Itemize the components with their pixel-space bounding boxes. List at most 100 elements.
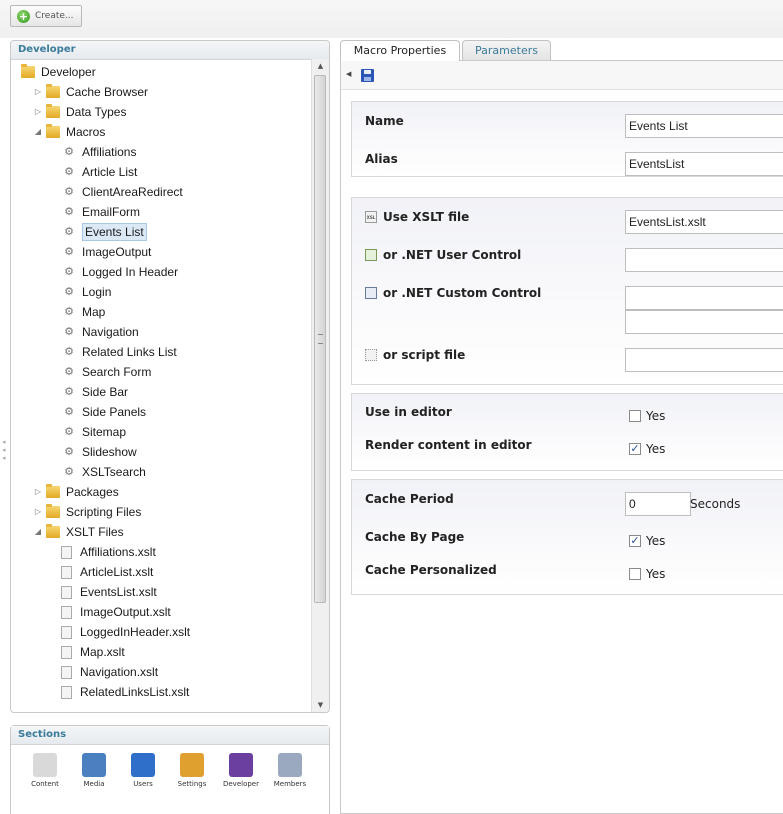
tree-item-login[interactable]: ⚙ Login (61, 282, 111, 302)
tree-panel-title: Developer (11, 41, 329, 60)
xslt-file-icon (61, 685, 72, 699)
section-members[interactable]: Members (268, 753, 312, 788)
tree-list: Developer ▷ Cache Browser ▷ Data Types ◢ Macro… (11, 59, 311, 712)
section-users[interactable]: Users (121, 753, 165, 788)
script-file-icon (365, 349, 377, 361)
tree-item-label: Sitemap (82, 425, 127, 439)
section-label: Members (273, 780, 307, 788)
user-control-label: or .NET User Control (365, 248, 521, 262)
tree-item-eventslist-xslt[interactable]: EventsList.xslt (61, 582, 157, 602)
tree-item-side-bar[interactable]: ⚙ Side Bar (61, 382, 128, 402)
script-file-field[interactable] (625, 348, 783, 372)
tree-item-map[interactable]: ⚙ Map (61, 302, 105, 322)
render-content-checkbox[interactable]: ✓ (629, 443, 641, 455)
section-media[interactable]: Media (72, 753, 116, 788)
tree-item-affiliations[interactable]: ⚙ Affiliations (61, 142, 136, 162)
tree-item-label: Navigation (82, 325, 139, 339)
tree-scrollbar[interactable]: ▲ ▼ (311, 59, 329, 712)
developer-tree-panel: Developer Developer ▷ Cache Browser ▷ Data T… (10, 40, 330, 713)
tree-item-clientarearedirect[interactable]: ⚙ ClientAreaRedirect (61, 182, 183, 202)
editor-settings-section: Use in editor Yes Render content in edit… (351, 393, 783, 471)
name-field[interactable]: Events List (625, 114, 783, 138)
tree-item-map-xslt[interactable]: Map.xslt (61, 642, 125, 662)
cache-personalized-option: Yes (629, 567, 665, 581)
tree-item-article-list[interactable]: ⚙ Article List (61, 162, 137, 182)
expand-triangle-icon[interactable]: ▷ (33, 487, 43, 497)
macro-gear-icon: ⚙ (64, 386, 74, 398)
tree-item-xsltsearch[interactable]: ⚙ XSLTsearch (61, 462, 146, 482)
tree-item-developer[interactable]: Developer (21, 62, 96, 82)
script-file-label: or script file (365, 348, 465, 362)
tree-item-navigation-xslt[interactable]: Navigation.xslt (61, 662, 158, 682)
render-content-yes: Yes (646, 442, 666, 456)
folder-icon (46, 524, 60, 538)
tree-item-navigation[interactable]: ⚙ Navigation (61, 322, 139, 342)
expand-triangle-icon[interactable]: ▷ (33, 507, 43, 517)
scroll-up-arrow-icon[interactable]: ▲ (312, 59, 329, 73)
collapse-arrow-icon[interactable]: ◀ (346, 70, 351, 78)
tree-item-logged-in-header[interactable]: ⚙ Logged In Header (61, 262, 178, 282)
tree-item-sitemap[interactable]: ⚙ Sitemap (61, 422, 126, 442)
tree-item-loggedinheader-xslt[interactable]: LoggedInHeader.xslt (61, 622, 190, 642)
cache-by-page-label: Cache By Page (365, 530, 465, 544)
macro-gear-icon: ⚙ (64, 186, 74, 198)
tab-parameters[interactable]: Parameters (462, 40, 551, 60)
section-label: Content (31, 780, 59, 788)
scroll-down-arrow-icon[interactable]: ▼ (312, 698, 329, 712)
tree-item-xslt-files[interactable]: ◢ XSLT Files (33, 522, 124, 542)
xslt-file-field[interactable]: EventsList.xslt (625, 210, 783, 234)
tab-macro-properties[interactable]: Macro Properties (340, 40, 460, 61)
top-toolbar: + Create... (0, 0, 783, 38)
tree-item-search-form[interactable]: ⚙ Search Form (61, 362, 151, 382)
collapse-triangle-icon[interactable]: ◢ (33, 527, 43, 537)
alias-field[interactable]: EventsList (625, 152, 783, 176)
cache-by-page-checkbox[interactable]: ✓ (629, 535, 641, 547)
section-content[interactable]: Content (23, 753, 67, 788)
tree-item-label: Side Bar (82, 385, 129, 399)
tree-item-macros[interactable]: ◢ Macros (33, 122, 105, 142)
cache-by-page-option: ✓ Yes (629, 534, 665, 548)
tree-item-data-types[interactable]: ▷ Data Types (33, 102, 126, 122)
tree-item-emailform[interactable]: ⚙ EmailForm (61, 202, 140, 222)
custom-control-field[interactable] (625, 286, 783, 310)
macro-properties-content: ◀ Name Events List Alias EventsList XSL … (340, 60, 783, 814)
grip-icon (318, 334, 323, 344)
xslt-file-icon (61, 585, 72, 599)
section-settings[interactable]: Settings (170, 753, 214, 788)
tree-item-label: Developer (41, 65, 96, 79)
custom-control-assembly-field[interactable] (625, 310, 783, 334)
tree-item-label: XSLT Files (66, 525, 124, 539)
tree-item-articlelist-xslt[interactable]: ArticleList.xslt (61, 562, 153, 582)
tree-item-relatedlinkslist-xslt[interactable]: RelatedLinksList.xslt (61, 682, 189, 702)
name-alias-section: Name Events List Alias EventsList (351, 101, 783, 177)
expand-triangle-icon[interactable]: ▷ (33, 87, 43, 97)
tree-item-side-panels[interactable]: ⚙ Side Panels (61, 402, 146, 422)
tree-item-cache-browser[interactable]: ▷ Cache Browser (33, 82, 148, 102)
create-button[interactable]: + Create... (10, 5, 82, 27)
panel-splitter-grip[interactable]: ◂ ◂ ◂ (2, 438, 8, 464)
macro-gear-icon: ⚙ (64, 346, 74, 358)
tree-item-related-links-list[interactable]: ⚙ Related Links List (61, 342, 177, 362)
xslt-file-icon (61, 645, 72, 659)
custom-control-label: or .NET Custom Control (365, 286, 541, 300)
cache-by-page-yes: Yes (646, 534, 666, 548)
cache-period-field[interactable]: 0 (625, 492, 691, 516)
tree-item-slideshow[interactable]: ⚙ Slideshow (61, 442, 137, 462)
tree-item-scripting-files[interactable]: ▷ Scripting Files (33, 502, 141, 522)
expand-triangle-icon[interactable]: ▷ (33, 107, 43, 117)
user-control-field[interactable] (625, 248, 783, 272)
editor-toolbar: ◀ (341, 61, 783, 90)
cache-personalized-checkbox[interactable] (629, 568, 641, 580)
tree-item-imageoutput-xslt[interactable]: ImageOutput.xslt (61, 602, 171, 622)
save-icon[interactable] (361, 69, 374, 82)
scroll-thumb[interactable] (314, 75, 326, 603)
tree-item-imageoutput[interactable]: ⚙ ImageOutput (61, 242, 151, 262)
tree-item-affiliations-xslt[interactable]: Affiliations.xslt (61, 542, 156, 562)
users-icon (131, 753, 155, 777)
tree-item-events-list[interactable]: ⚙ Events List (61, 222, 147, 242)
tree-item-packages[interactable]: ▷ Packages (33, 482, 119, 502)
tree-item-label: ClientAreaRedirect (82, 185, 183, 199)
collapse-triangle-icon[interactable]: ◢ (33, 127, 43, 137)
use-in-editor-checkbox[interactable] (629, 410, 641, 422)
section-developer[interactable]: Developer (219, 753, 263, 788)
